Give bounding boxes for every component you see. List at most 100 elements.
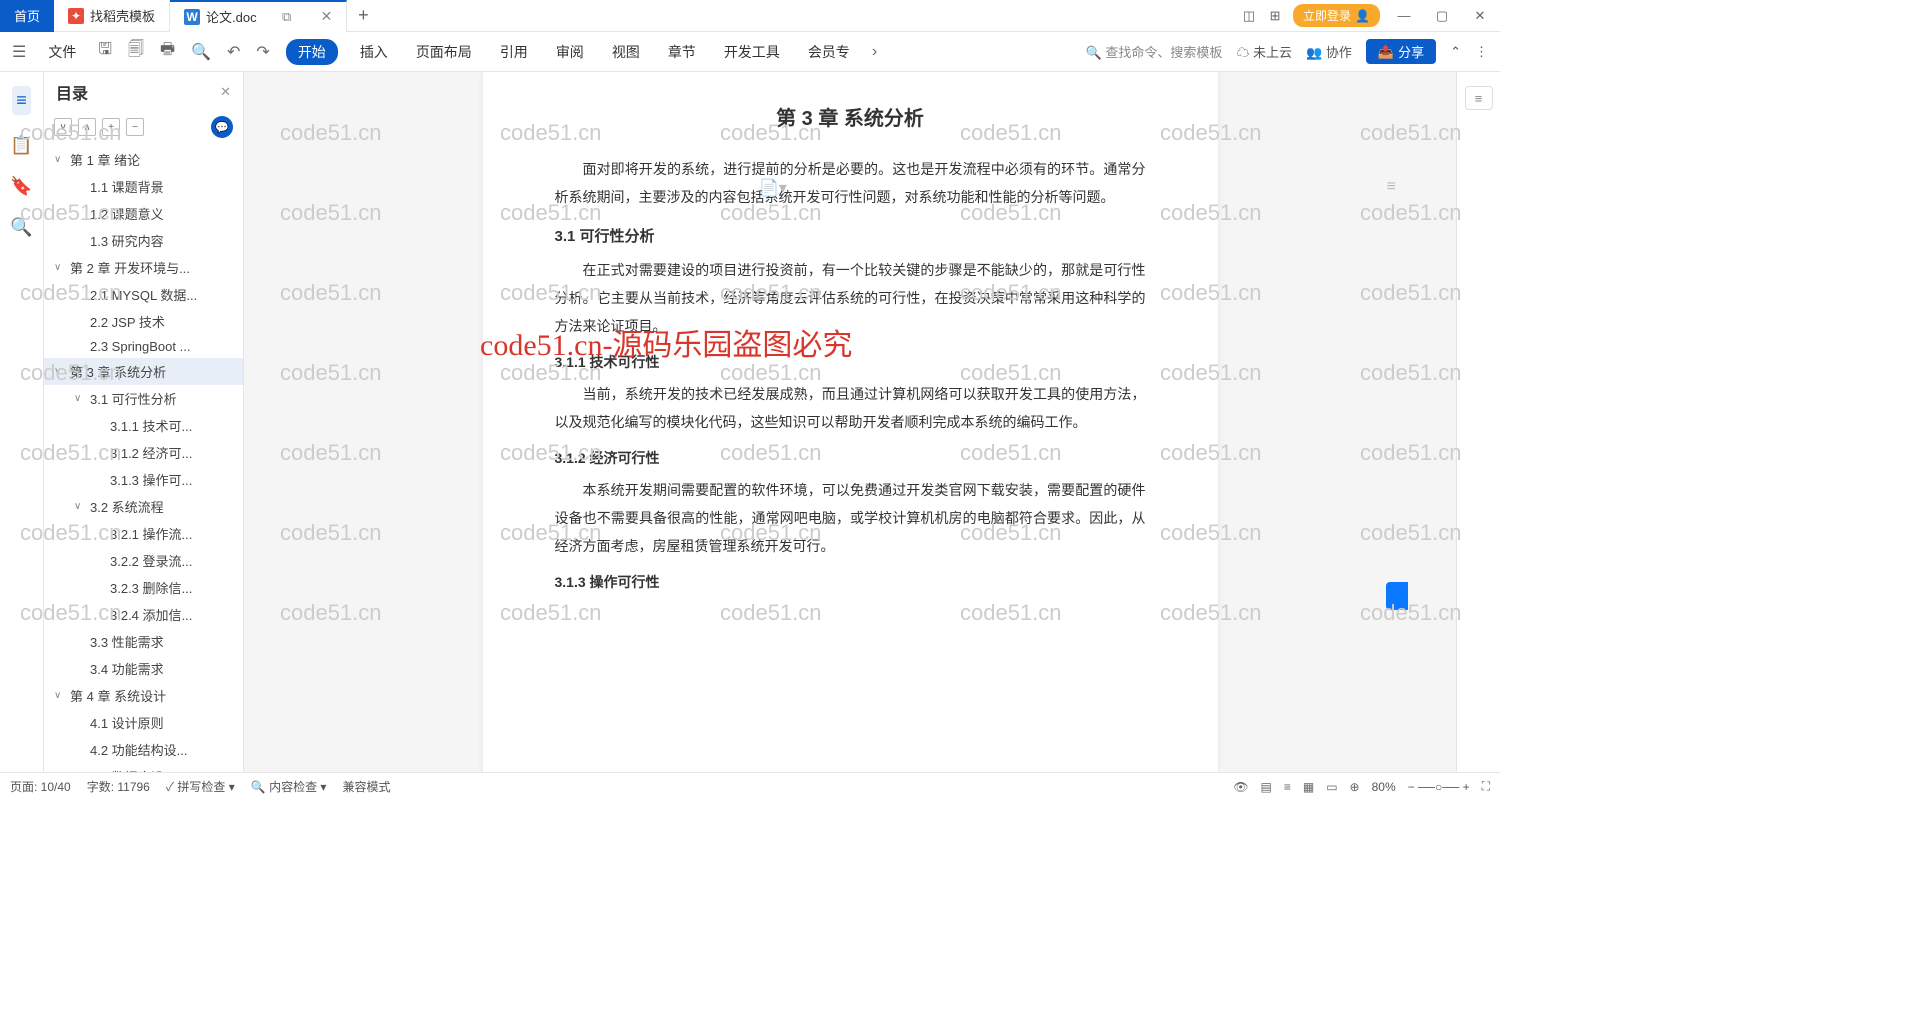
collapse-all-icon[interactable]: ∨	[54, 118, 72, 136]
fullscreen-icon[interactable]: ⛶	[1482, 779, 1490, 794]
print-icon[interactable]: 🖶	[160, 38, 175, 65]
saveas-icon[interactable]: 🗐	[128, 38, 144, 65]
node-label: 2.3 SpringBoot ...	[90, 339, 190, 354]
zoom-level[interactable]: 80%	[1372, 780, 1396, 794]
view-page-icon[interactable]: ▤	[1261, 780, 1272, 794]
right-toggle-icon[interactable]: ≡	[1465, 86, 1493, 110]
outline-node[interactable]: 1.1 课题背景	[44, 173, 243, 200]
preview-icon[interactable]: 🔍	[191, 42, 211, 62]
outline-node[interactable]: 4.1 设计原则	[44, 709, 243, 736]
login-button[interactable]: 立即登录👤	[1293, 4, 1380, 27]
window-close-button[interactable]: ✕	[1466, 8, 1494, 24]
outline-node[interactable]: 4.2 功能结构设...	[44, 736, 243, 763]
fire-icon: ✦	[68, 8, 84, 24]
outline-node[interactable]: 3.2.2 登录流...	[44, 547, 243, 574]
view-read-icon[interactable]: ▭	[1326, 780, 1337, 794]
more-icon[interactable]: ⋮	[1475, 44, 1488, 60]
caret-icon: ∨	[74, 501, 86, 512]
expand-all-icon[interactable]: ∧	[78, 118, 96, 136]
node-label: 1.2 课题意义	[90, 204, 164, 223]
outline-node[interactable]: 2.2 JSP 技术	[44, 308, 243, 335]
word-count[interactable]: 字数: 11796	[87, 778, 150, 795]
compat-mode[interactable]: 兼容模式	[342, 778, 390, 795]
tab-layout[interactable]: 页面布局	[410, 40, 478, 64]
close-icon[interactable]: ✕	[321, 8, 333, 25]
outline-node[interactable]: 3.1.1 技术可...	[44, 412, 243, 439]
bookmark-icon[interactable]: 🔖	[10, 176, 32, 197]
outline-node[interactable]: 1.3 研究内容	[44, 227, 243, 254]
apps-icon[interactable]: ⊞	[1267, 8, 1283, 24]
tab-home[interactable]: 首页	[0, 0, 54, 32]
tab-ref[interactable]: 引用	[494, 40, 534, 64]
node-label: 1.3 研究内容	[90, 231, 164, 250]
search-command[interactable]: 🔍 查找命令、搜索模板	[1086, 42, 1223, 61]
content-check[interactable]: 🔍 内容检查 ▾	[251, 778, 327, 795]
paper[interactable]: 第 3 章 系统分析 面对即将开发的系统，进行提前的分析是必要的。这也是开发流程…	[483, 72, 1218, 772]
outline-node[interactable]: ∨第 2 章 开发环境与...	[44, 254, 243, 281]
tab-template[interactable]: ✦找稻壳模板	[54, 0, 170, 32]
title-right: ◫ ⊞ 立即登录👤 — ▢ ✕	[1241, 4, 1500, 27]
outline-node[interactable]: ∨第 1 章 绪论	[44, 146, 243, 173]
close-outline-icon[interactable]: ✕	[220, 84, 231, 100]
maximize-button[interactable]: ▢	[1428, 8, 1456, 24]
paragraph-icon[interactable]: ≡	[1387, 178, 1396, 196]
outline-node[interactable]: 2.1 MYSQL 数据...	[44, 281, 243, 308]
node-label: 3.1.2 经济可...	[110, 443, 192, 462]
spell-label: 拼写检查	[177, 780, 225, 794]
spell-check[interactable]: ✓ 拼写检查 ▾	[166, 778, 235, 795]
ribbon-collapse-icon[interactable]: ⌃	[1450, 44, 1461, 60]
ribbon: ☰ 文件 🖫 🗐 🖶 🔍 ↶ ↷ 开始 插入 页面布局 引用 审阅 视图 章节 …	[0, 32, 1500, 72]
share-button[interactable]: 📤 分享	[1366, 39, 1436, 64]
cloud-status[interactable]: ☁ 未上云	[1236, 42, 1292, 61]
undo-icon[interactable]: ↶	[227, 42, 240, 62]
eye-icon[interactable]: 👁	[1233, 780, 1248, 794]
outline-node[interactable]: 3.4 功能需求	[44, 655, 243, 682]
tab-document[interactable]: W 论文.doc ⧉ ✕	[170, 0, 347, 32]
outline-node[interactable]: ∨3.1 可行性分析	[44, 385, 243, 412]
outline-icon[interactable]: ≡	[12, 86, 31, 115]
tab-view[interactable]: 视图	[606, 40, 646, 64]
outline-node[interactable]: ∨第 3 章 系统分析	[44, 358, 243, 385]
page-icon[interactable]: 📄▾	[759, 178, 787, 198]
tab-insert[interactable]: 插入	[354, 40, 394, 64]
replay-icon[interactable]: ⧉	[279, 9, 295, 25]
tab-member[interactable]: 会员专	[802, 40, 856, 64]
chevron-right-icon[interactable]: ›	[872, 43, 877, 61]
outline-node[interactable]: 3.2.1 操作流...	[44, 520, 243, 547]
outline-node[interactable]: 3.2.3 删除信...	[44, 574, 243, 601]
add-tab-button[interactable]: +	[347, 5, 379, 26]
expand-one-icon[interactable]: +	[102, 118, 120, 136]
page-counter[interactable]: 页面: 10/40	[10, 778, 71, 795]
clipboard-icon[interactable]: 📋	[10, 135, 32, 156]
redo-icon[interactable]: ↷	[256, 42, 269, 62]
tab-chapter[interactable]: 章节	[662, 40, 702, 64]
minimize-button[interactable]: —	[1390, 8, 1418, 23]
scroll-marker[interactable]	[1386, 582, 1408, 610]
zoom-out-icon[interactable]: − ──○── +	[1408, 780, 1470, 794]
collab-button[interactable]: 👥 协作	[1306, 42, 1352, 61]
outline-node[interactable]: 2.3 SpringBoot ...	[44, 335, 243, 358]
tab-start[interactable]: 开始	[286, 39, 338, 65]
view-web-icon[interactable]: ▦	[1303, 780, 1314, 794]
chat-icon[interactable]: 💬	[211, 116, 233, 138]
file-menu[interactable]: 文件	[42, 40, 82, 64]
tab-dev[interactable]: 开发工具	[718, 40, 786, 64]
outline-node[interactable]: ∨3.2 系统流程	[44, 493, 243, 520]
tab-review[interactable]: 审阅	[550, 40, 590, 64]
outline-node[interactable]: 3.1.3 操作可...	[44, 466, 243, 493]
zoom-fit-icon[interactable]: ⊕	[1350, 780, 1360, 794]
outline-node[interactable]: 3.1.2 经济可...	[44, 439, 243, 466]
save-icon[interactable]: 🖫	[98, 38, 112, 65]
collapse-one-icon[interactable]: −	[126, 118, 144, 136]
node-label: 第 2 章 开发环境与...	[70, 258, 190, 277]
doc-h4-1: 3.1.1 技术可行性	[555, 352, 1146, 372]
view-outline-icon[interactable]: ≡	[1284, 780, 1291, 794]
outline-node[interactable]: 1.2 课题意义	[44, 200, 243, 227]
search-rail-icon[interactable]: 🔍	[10, 217, 32, 238]
outline-node[interactable]: ∨第 4 章 系统设计	[44, 682, 243, 709]
outline-node[interactable]: 3.2.4 添加信...	[44, 601, 243, 628]
outline-node[interactable]: 3.3 性能需求	[44, 628, 243, 655]
menu-icon[interactable]: ☰	[12, 42, 26, 62]
sidebar-toggle-icon[interactable]: ◫	[1241, 8, 1257, 24]
outline-node[interactable]: 4.3 数据库设...	[44, 763, 243, 772]
